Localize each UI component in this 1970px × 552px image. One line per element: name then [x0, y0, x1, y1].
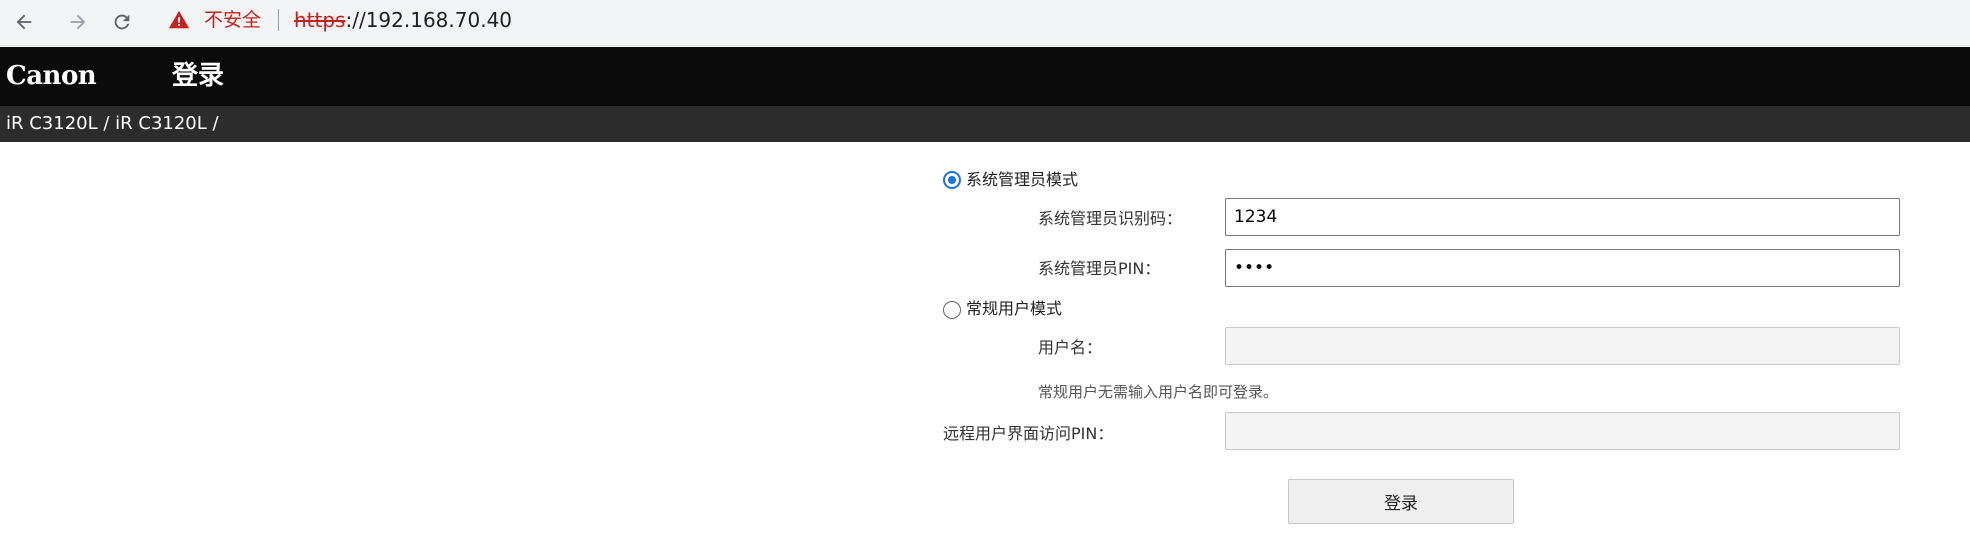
browser-toolbar: 不安全 https://192.168.70.40 — [0, 0, 1970, 46]
app-header: Canon 登录 — [0, 47, 1970, 106]
back-button[interactable] — [6, 4, 42, 40]
admin-mode-radio[interactable] — [943, 171, 961, 189]
not-secure-label[interactable]: 不安全 — [204, 9, 261, 31]
admin-id-label: 系统管理员识别码： — [1038, 209, 1183, 228]
admin-pin-input[interactable] — [1225, 249, 1900, 287]
reload-icon — [114, 14, 130, 30]
device-name: iR C3120L / iR C3120L / — [6, 113, 219, 134]
remote-pin-input[interactable] — [1225, 412, 1900, 450]
url-host: ://192.168.70.40 — [345, 8, 513, 32]
reload-button[interactable] — [104, 4, 140, 40]
username-label: 用户名： — [1038, 338, 1103, 357]
username-input[interactable] — [1225, 327, 1900, 365]
general-mode-label[interactable]: 常规用户模式 — [966, 299, 1062, 319]
device-bar: iR C3120L / iR C3120L / — [0, 106, 1970, 142]
remote-pin-label: 远程用户界面访问PIN： — [943, 424, 1114, 443]
admin-pin-label: 系统管理员PIN： — [1038, 259, 1161, 278]
url-text[interactable]: https://192.168.70.40 — [294, 8, 512, 32]
general-mode-radio[interactable] — [943, 301, 961, 319]
page-title: 登录 — [172, 61, 225, 91]
general-user-hint: 常规用户无需输入用户名即可登录。 — [1038, 383, 1279, 401]
address-bar[interactable]: 不安全 https://192.168.70.40 — [154, 2, 1964, 38]
omnibox-divider — [278, 9, 279, 31]
forward-arrow-icon — [70, 14, 86, 30]
login-button[interactable]: 登录 — [1288, 479, 1514, 524]
warning-triangle-icon — [168, 10, 190, 29]
url-scheme: https — [294, 8, 346, 32]
admin-id-input[interactable] — [1225, 198, 1900, 236]
canon-logo: Canon — [6, 61, 97, 91]
admin-mode-label[interactable]: 系统管理员模式 — [966, 170, 1078, 190]
forward-button[interactable] — [60, 4, 96, 40]
back-arrow-icon — [16, 14, 32, 30]
